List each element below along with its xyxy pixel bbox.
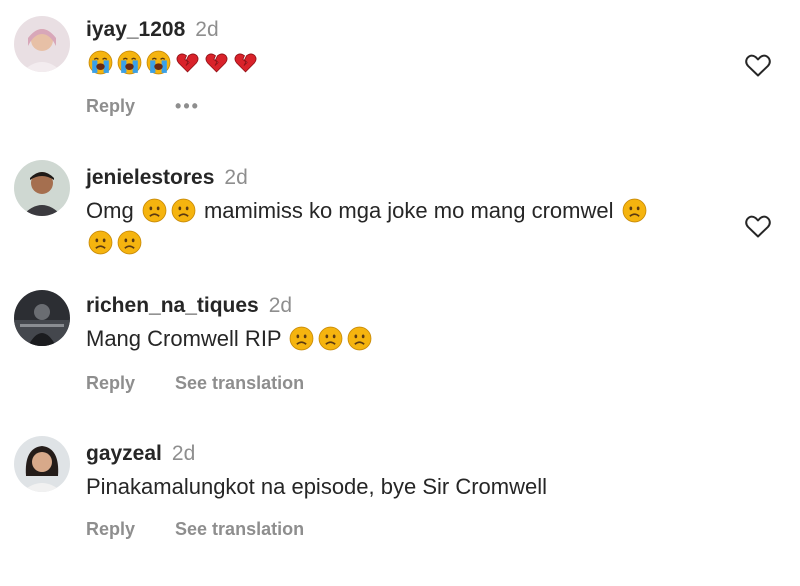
reply-button[interactable]: Reply (86, 519, 135, 540)
reply-button[interactable]: Reply (86, 96, 135, 117)
sad-face-emoji (622, 198, 647, 223)
timestamp: 2d (268, 294, 293, 317)
crying-face-emoji (117, 50, 142, 75)
comment-text: Omg mamimiss ko mga joke mo mang cromwel (86, 196, 649, 226)
comment-actions: Reply See translation (86, 373, 304, 394)
sad-face-emoji (171, 198, 196, 223)
avatar[interactable] (14, 290, 70, 346)
sad-face-emoji (117, 230, 142, 255)
broken-heart-emoji (175, 50, 200, 75)
avatar[interactable] (14, 16, 70, 72)
see-translation-button[interactable]: See translation (175, 373, 304, 394)
sad-face-emoji (318, 326, 343, 351)
crying-face-emoji (146, 50, 171, 75)
sad-face-emoji (142, 198, 167, 223)
sad-face-emoji (88, 230, 113, 255)
avatar[interactable] (14, 436, 70, 492)
broken-heart-emoji (233, 50, 258, 75)
avatar[interactable] (14, 160, 70, 216)
comment-header: jenielestores 2d (86, 166, 248, 190)
reply-button[interactable]: Reply (86, 373, 135, 394)
comment-text-line-2 (86, 228, 144, 258)
like-heart-icon[interactable] (744, 213, 772, 239)
sad-face-emoji (289, 326, 314, 351)
username[interactable]: gayzeal (86, 442, 162, 465)
sad-face-emoji (347, 326, 372, 351)
broken-heart-emoji (204, 50, 229, 75)
like-heart-icon[interactable] (744, 52, 772, 78)
timestamp: 2d (171, 442, 196, 465)
comment-text: Pinakamalungkot na episode, bye Sir Crom… (86, 474, 548, 499)
comment-text (86, 48, 260, 78)
comment-actions: Reply ••• (86, 96, 200, 117)
comment-text: Mang Cromwell RIP (86, 324, 374, 354)
comment-header: iyay_1208 2d (86, 18, 219, 42)
username[interactable]: iyay_1208 (86, 18, 185, 41)
username[interactable]: richen_na_tiques (86, 294, 259, 317)
crying-face-emoji (88, 50, 113, 75)
timestamp: 2d (224, 166, 248, 189)
username[interactable]: jenielestores (86, 166, 214, 189)
comment-actions: Reply See translation (86, 519, 304, 540)
comment-header: richen_na_tiques 2d (86, 294, 292, 318)
more-options-button[interactable]: ••• (175, 96, 200, 117)
comment-header: gayzeal 2d (86, 442, 195, 466)
see-translation-button[interactable]: See translation (175, 519, 304, 540)
timestamp: 2d (195, 18, 219, 41)
